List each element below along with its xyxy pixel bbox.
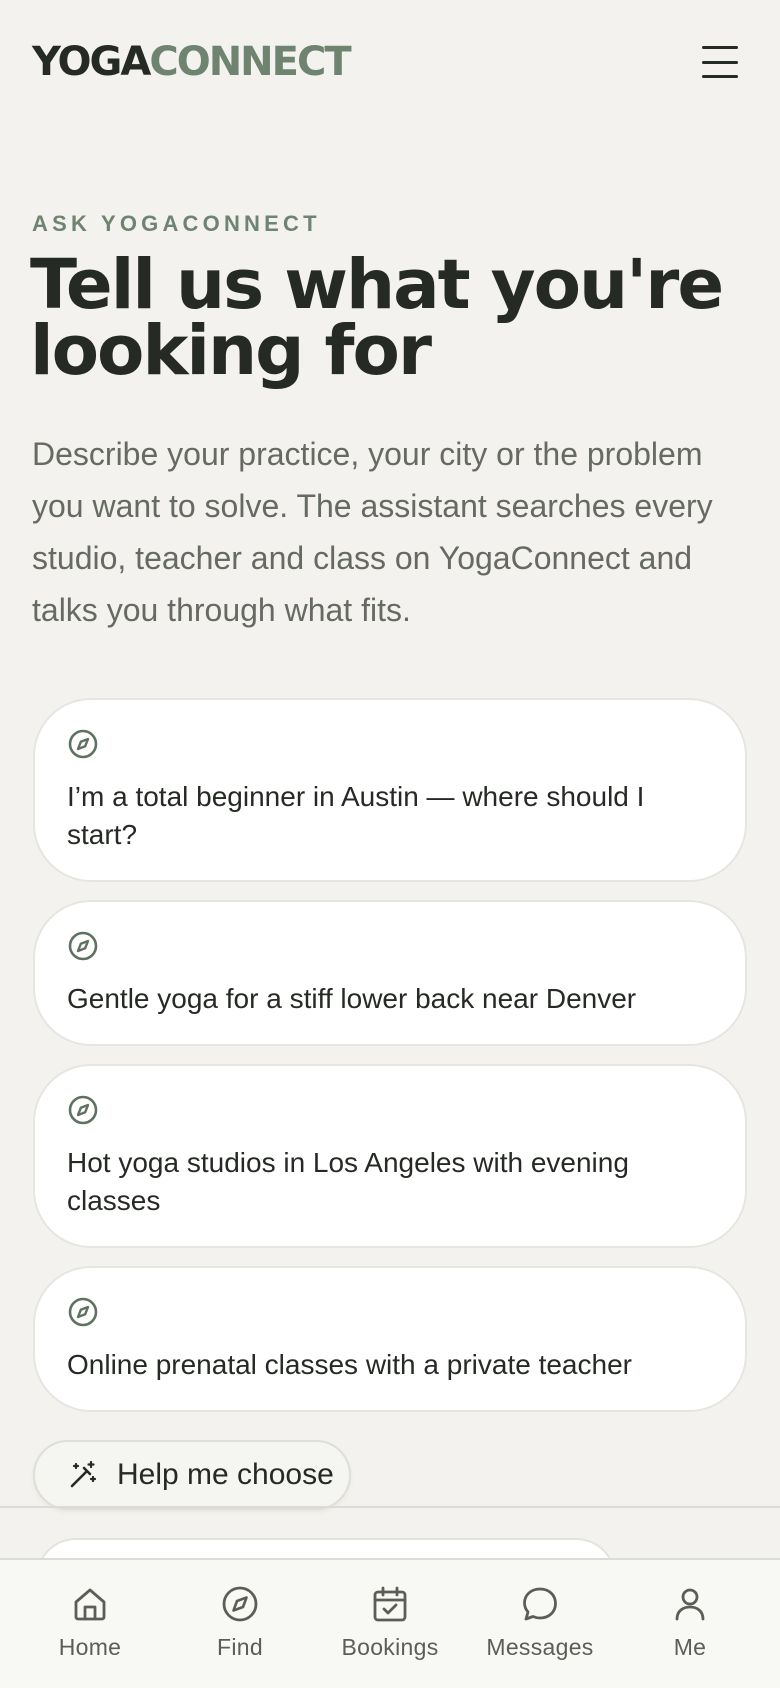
logo-connect: CONNECT	[149, 39, 351, 85]
nav-label: Bookings	[341, 1634, 439, 1660]
suggestion-card[interactable]: Hot yoga studios in Los Angeles with eve…	[33, 1064, 747, 1248]
chat-bubble-icon	[523, 1587, 557, 1621]
compass-icon	[68, 1297, 98, 1327]
user-icon	[675, 1588, 705, 1621]
bottom-nav: Home Find Bookings Messages Me	[0, 1558, 780, 1688]
page-title: Tell us what you're looking for	[30, 245, 724, 391]
menu-line	[702, 75, 738, 78]
ask-page: YOGACONNECT ASK YOGACONNECT Tell us what…	[0, 0, 780, 1688]
nav-label: Find	[217, 1634, 263, 1660]
nav-item-home[interactable]: Home	[20, 1584, 160, 1674]
nav-item-me[interactable]: Me	[620, 1584, 760, 1674]
menu-line	[702, 46, 738, 49]
nav-label: Me	[673, 1634, 707, 1660]
intro-text: Describe your practice, your city or the…	[32, 436, 713, 628]
help-me-choose-label: Help me choose	[117, 1458, 334, 1491]
suggestion-list: I’m a total beginner in Austin — where s…	[33, 698, 747, 1430]
suggestion-text: Online prenatal classes with a private t…	[67, 1349, 632, 1380]
nav-label: Messages	[486, 1634, 594, 1660]
nav-item-messages[interactable]: Messages	[470, 1584, 610, 1674]
suggestion-text: Hot yoga studios in Los Angeles with eve…	[67, 1147, 629, 1216]
compass-icon	[68, 931, 98, 961]
suggestion-card[interactable]: I’m a total beginner in Austin — where s…	[33, 698, 747, 882]
divider	[0, 1506, 780, 1508]
nav-item-find[interactable]: Find	[170, 1584, 310, 1674]
top-header: YOGACONNECT	[0, 0, 780, 130]
nav-label: Home	[58, 1634, 122, 1660]
suggestion-text: I’m a total beginner in Austin — where s…	[67, 781, 645, 850]
compass-icon	[68, 729, 98, 759]
nav-item-bookings[interactable]: Bookings	[320, 1584, 460, 1674]
suggestion-card[interactable]: Online prenatal classes with a private t…	[33, 1266, 747, 1412]
help-me-choose-button[interactable]: Help me choose	[33, 1440, 351, 1510]
home-icon	[74, 1588, 106, 1621]
calendar-check-icon	[373, 1586, 407, 1622]
section-eyebrow: ASK YOGACONNECT	[32, 211, 321, 236]
menu-line	[702, 60, 738, 64]
compass-icon	[222, 1586, 258, 1622]
logo-yoga: YOGA	[32, 39, 151, 85]
compass-icon	[68, 1095, 98, 1125]
magic-wand-icon	[70, 1460, 97, 1488]
suggestion-text: Gentle yoga for a stiff lower back near …	[67, 983, 637, 1014]
hamburger-menu-icon[interactable]	[700, 44, 740, 80]
logo[interactable]: YOGACONNECT	[32, 38, 352, 86]
suggestion-card[interactable]: Gentle yoga for a stiff lower back near …	[33, 900, 747, 1046]
